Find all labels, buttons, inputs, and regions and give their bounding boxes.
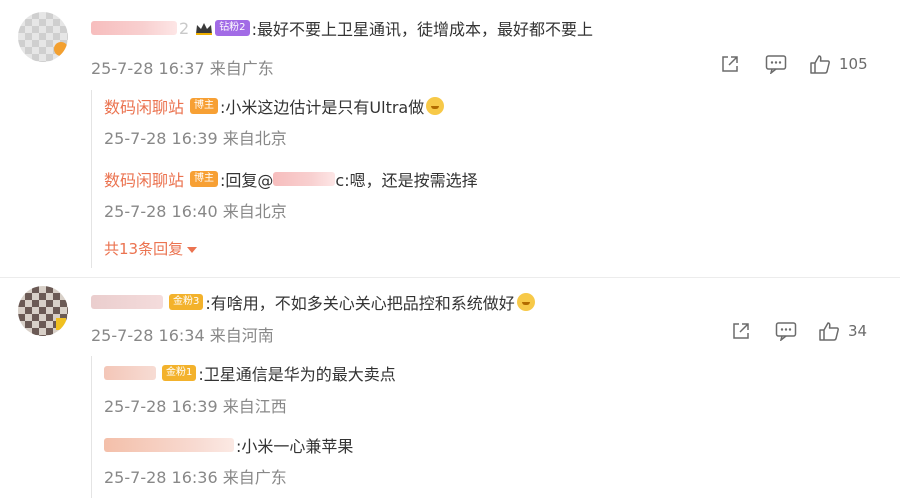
like-icon [818, 321, 840, 341]
like-count: 105 [839, 55, 868, 73]
comment-header: 金粉3 :有啥用，不如多关心关心把品控和系统做好 [91, 290, 535, 314]
comment-meta: 25-7-28 16:37 来自广东 [91, 59, 274, 78]
mention-blurred[interactable] [273, 172, 336, 186]
reply-meta: 25-7-28 16:40 来自北京 [104, 202, 287, 221]
like-button[interactable]: 105 [809, 54, 868, 74]
like-icon [809, 54, 831, 74]
comment-meta: 25-7-28 16:34 来自河南 [91, 326, 274, 345]
reply-header: 数码闲聊站 博主 :小米这边估计是只有Ultra做 [104, 94, 445, 118]
reply-meta: 25-7-28 16:36 来自广东 [104, 468, 287, 487]
share-icon [720, 54, 740, 74]
share-icon [731, 321, 751, 341]
reply-thread-line [91, 90, 92, 268]
more-replies-link[interactable]: 共13条回复 [104, 238, 198, 259]
author-badge: 博主 [190, 98, 219, 114]
reply-text: c:嗯，还是按需选择 [335, 171, 478, 190]
fan-badge: 钻粉2 [215, 20, 250, 36]
username-suffix[interactable]: 2 [179, 19, 189, 38]
comment-button[interactable] [765, 54, 787, 74]
comment-icon [765, 54, 787, 74]
reply-prefix: :回复@ [220, 171, 274, 190]
comment-text: :有啥用，不如多关心关心把品控和系统做好 [205, 294, 515, 313]
reply-text: :小米一心兼苹果 [236, 437, 354, 456]
emoji-icon [516, 293, 535, 311]
share-button[interactable] [731, 321, 751, 341]
comment-divider [0, 277, 900, 278]
reply-meta: 25-7-28 16:39 来自江西 [104, 397, 287, 416]
fan-badge: 金粉3 [169, 294, 204, 310]
like-button[interactable]: 34 [818, 321, 867, 341]
crown-icon [195, 21, 213, 35]
reply-header: 数码闲聊站 博主 :回复@ c:嗯，还是按需选择 [104, 167, 478, 191]
comment-icon [775, 321, 797, 341]
avatar[interactable] [18, 12, 68, 62]
reply-header: 金粉1 :卫星通信是华为的最大卖点 [104, 361, 396, 385]
username-blurred[interactable] [91, 21, 177, 35]
avatar[interactable] [18, 286, 68, 336]
more-replies-label: 共13条回复 [104, 240, 184, 258]
reply-text: :小米这边估计是只有Ultra做 [220, 98, 425, 117]
fan-badge: 金粉1 [162, 365, 197, 381]
reply-username-blurred[interactable] [104, 366, 156, 380]
comment-header: 2 钻粉2 :最好不要上卫星通讯，徒增成本，最好都不要上 [91, 16, 593, 40]
reply-username-blurred[interactable] [104, 438, 234, 452]
reply-text: :卫星通信是华为的最大卖点 [198, 365, 396, 384]
reply-header: :小米一心兼苹果 [104, 433, 353, 457]
reply-thread-line [91, 356, 92, 498]
like-count: 34 [848, 322, 868, 340]
author-badge: 博主 [190, 171, 219, 187]
reply-username[interactable]: 数码闲聊站 [104, 167, 184, 191]
share-button[interactable] [720, 54, 740, 74]
emoji-icon [426, 97, 445, 115]
username-blurred[interactable] [91, 295, 163, 309]
reply-username[interactable]: 数码闲聊站 [104, 94, 184, 118]
chevron-down-icon [187, 246, 198, 253]
comment-text: :最好不要上卫星通讯，徒增成本，最好都不要上 [251, 20, 593, 39]
reply-meta: 25-7-28 16:39 来自北京 [104, 129, 287, 148]
comment-button[interactable] [775, 321, 797, 341]
